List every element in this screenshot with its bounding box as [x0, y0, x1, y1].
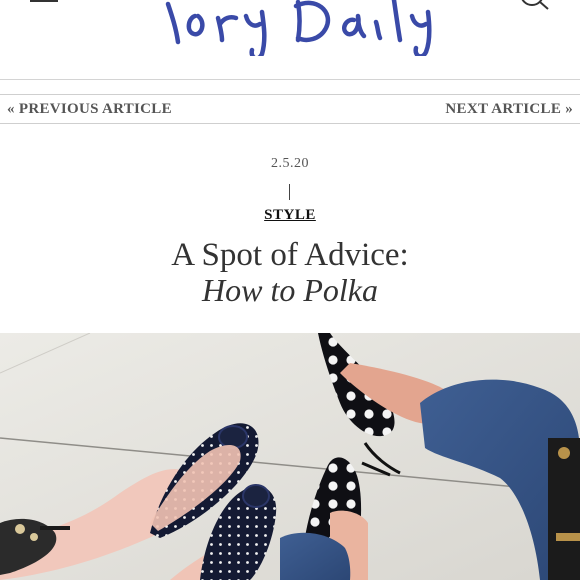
article-subtitle: How to Polka	[202, 272, 378, 308]
article-navigation: « PREVIOUS ARTICLE NEXT ARTICLE »	[0, 94, 580, 124]
site-logo[interactable]	[150, 0, 450, 61]
hero-image	[0, 333, 580, 580]
next-article-link[interactable]: NEXT ARTICLE »	[445, 101, 573, 118]
site-header	[0, 0, 580, 80]
hero-photo-illustration	[0, 333, 580, 580]
hamburger-menu-icon[interactable]	[30, 0, 58, 8]
search-icon[interactable]	[518, 0, 550, 14]
header-divider	[0, 79, 580, 80]
search-glyph	[521, 0, 549, 10]
previous-article-link[interactable]: « PREVIOUS ARTICLE	[7, 101, 172, 118]
date-separator	[289, 184, 290, 200]
article-title: A Spot of Advice:	[171, 237, 409, 273]
logo-script	[165, 0, 432, 61]
category-link[interactable]: STYLE	[0, 207, 580, 224]
post-date: 2.5.20	[271, 156, 309, 171]
